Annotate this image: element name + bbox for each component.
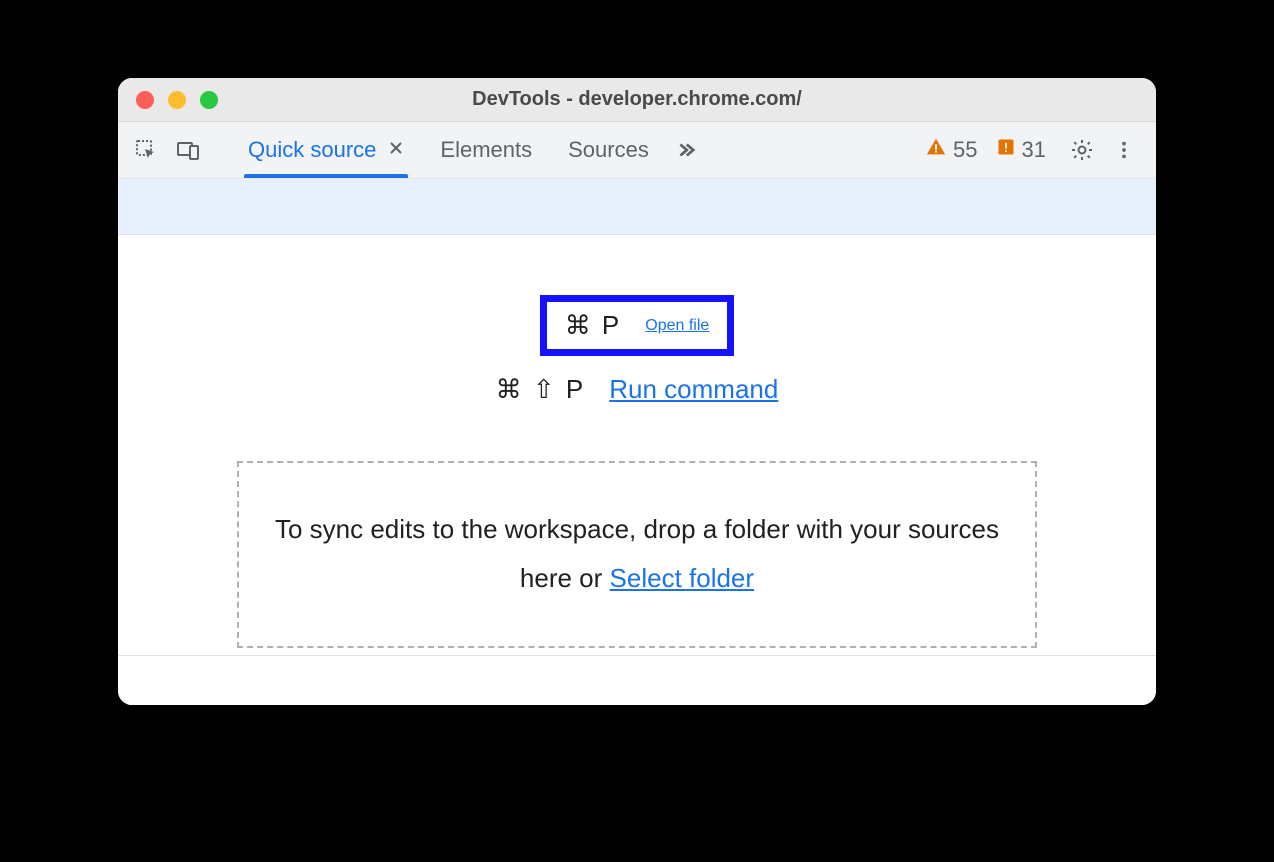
devtools-window: DevTools - developer.chrome.com/ Quick s… [118,78,1156,705]
window-titlebar: DevTools - developer.chrome.com/ [118,78,1156,122]
run-command-keys: ⌘ ⇧ P [496,374,586,405]
minimize-window-button[interactable] [168,91,186,109]
tab-elements[interactable]: Elements [422,122,550,178]
shortcut-hints: ⌘ P Open file ⌘ ⇧ P Run command [118,295,1156,405]
issues-indicator[interactable]: 31 [996,137,1046,163]
issues-count: 31 [1022,137,1046,163]
open-file-shortcut-highlight: ⌘ P Open file [540,295,735,356]
issue-square-icon [996,137,1016,163]
maximize-window-button[interactable] [200,91,218,109]
warnings-indicator[interactable]: 55 [925,136,977,164]
open-file-keys: ⌘ P [565,310,622,341]
workspace-dropzone[interactable]: To sync edits to the workspace, drop a f… [237,461,1037,648]
open-file-link[interactable]: Open file [645,317,709,335]
warning-triangle-icon [925,136,947,164]
devtools-toolbar: Quick source Elements Sources [118,122,1156,179]
device-toolbar-icon[interactable] [170,132,206,168]
panel-footer [118,655,1156,705]
window-title: DevTools - developer.chrome.com/ [118,88,1156,111]
warnings-count: 55 [953,137,977,163]
panel-tabs: Quick source Elements Sources [230,122,703,178]
traffic-lights [136,91,218,109]
tab-label: Elements [440,137,532,163]
more-options-icon[interactable] [1106,132,1142,168]
tab-label: Quick source [248,137,376,163]
run-command-shortcut: ⌘ ⇧ P Run command [496,374,779,405]
quick-source-panel: ⌘ P Open file ⌘ ⇧ P Run command To sync … [118,235,1156,655]
close-window-button[interactable] [136,91,154,109]
panel-subtoolbar [118,179,1156,235]
tab-sources[interactable]: Sources [550,122,667,178]
select-folder-link[interactable]: Select folder [610,563,755,593]
more-tabs-icon[interactable] [667,132,703,168]
inspect-element-icon[interactable] [128,132,164,168]
tab-label: Sources [568,137,649,163]
close-tab-icon[interactable] [388,139,404,162]
run-command-link[interactable]: Run command [609,374,778,405]
settings-gear-icon[interactable] [1064,132,1100,168]
tab-quick-source[interactable]: Quick source [230,122,422,178]
